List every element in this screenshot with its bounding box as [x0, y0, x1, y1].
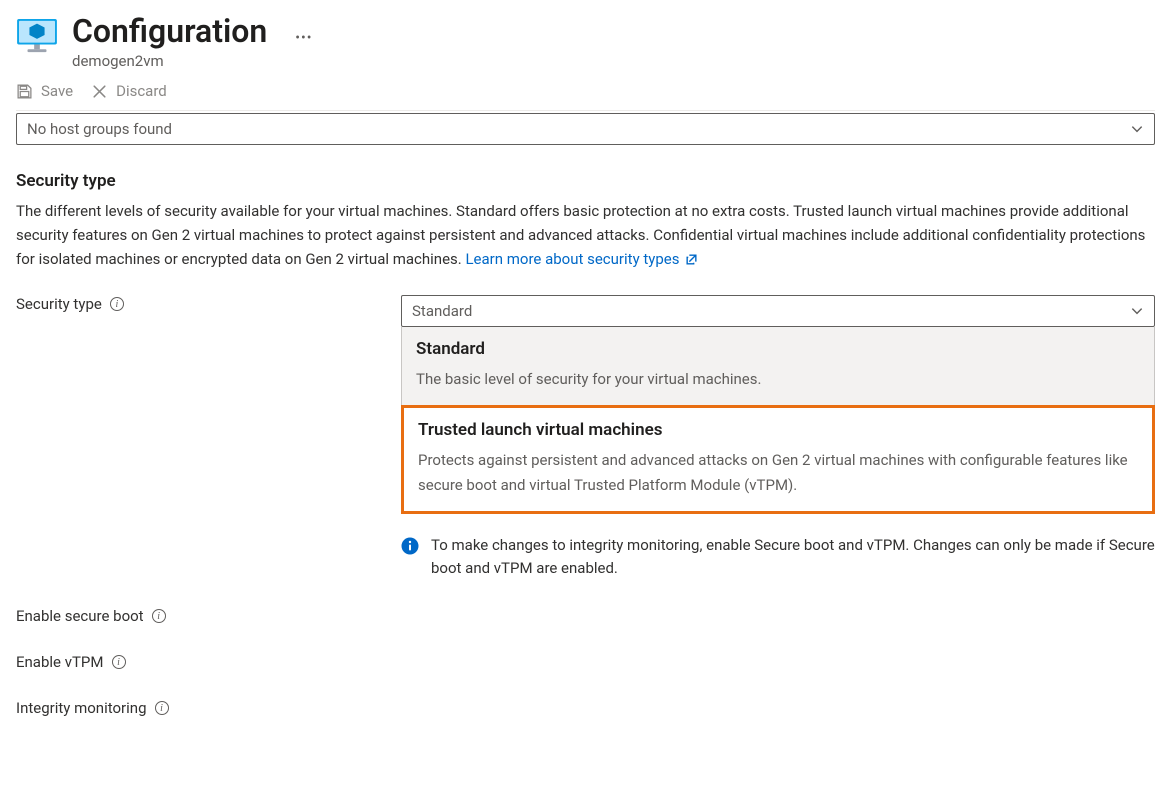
integrity-info-callout: To make changes to integrity monitoring,… [401, 534, 1155, 579]
integrity-label-row: Integrity monitoring i [16, 699, 401, 717]
save-icon [16, 83, 33, 100]
vtpm-label-row: Enable vTPM i [16, 653, 401, 671]
chevron-down-icon [1130, 304, 1144, 318]
option-standard[interactable]: Standard The basic level of security for… [402, 327, 1154, 406]
page-title: Configuration [72, 12, 267, 50]
integrity-label: Integrity monitoring [16, 699, 147, 717]
option-title: Trusted launch virtual machines [418, 420, 1138, 440]
option-title: Standard [416, 339, 1140, 359]
secure-boot-label: Enable secure boot [16, 607, 144, 625]
section-heading: Security type [16, 171, 1155, 191]
option-trusted-launch[interactable]: Trusted launch virtual machines Protects… [401, 405, 1155, 515]
page-header: Configuration demogen2vm ••• [16, 12, 1155, 70]
integrity-note-text: To make changes to integrity monitoring,… [431, 534, 1155, 579]
info-icon[interactable]: i [155, 701, 169, 715]
discard-button[interactable]: Discard [91, 82, 167, 100]
security-type-dropdown[interactable]: Standard [401, 295, 1155, 327]
option-desc: Protects against persistent and advanced… [418, 448, 1138, 498]
discard-label: Discard [116, 82, 167, 100]
info-icon[interactable]: i [110, 297, 124, 311]
command-bar: Save Discard [16, 76, 1155, 111]
section-description: The different levels of security availab… [16, 199, 1155, 271]
info-circle-icon [401, 537, 419, 555]
security-type-value: Standard [412, 302, 472, 320]
info-icon[interactable]: i [112, 655, 126, 669]
resource-name: demogen2vm [72, 52, 267, 70]
security-type-label-row: Security type i [16, 295, 401, 313]
hostgroup-dropdown[interactable]: No host groups found [16, 113, 1155, 145]
secure-boot-label-row: Enable secure boot i [16, 607, 401, 625]
chevron-down-icon [1130, 122, 1144, 136]
learn-more-label: Learn more about security types [465, 247, 679, 271]
more-menu-icon[interactable]: ••• [295, 30, 312, 46]
external-link-icon [685, 253, 698, 266]
security-type-options: Standard The basic level of security for… [401, 327, 1155, 514]
option-desc: The basic level of security for your vir… [416, 367, 1140, 392]
vm-icon [16, 18, 58, 54]
learn-more-link[interactable]: Learn more about security types [465, 247, 697, 271]
save-button[interactable]: Save [16, 82, 73, 100]
security-type-label: Security type [16, 295, 102, 313]
vtpm-label: Enable vTPM [16, 653, 104, 671]
save-label: Save [41, 82, 73, 100]
info-icon[interactable]: i [152, 609, 166, 623]
hostgroup-value: No host groups found [27, 120, 172, 138]
close-icon [91, 83, 108, 100]
